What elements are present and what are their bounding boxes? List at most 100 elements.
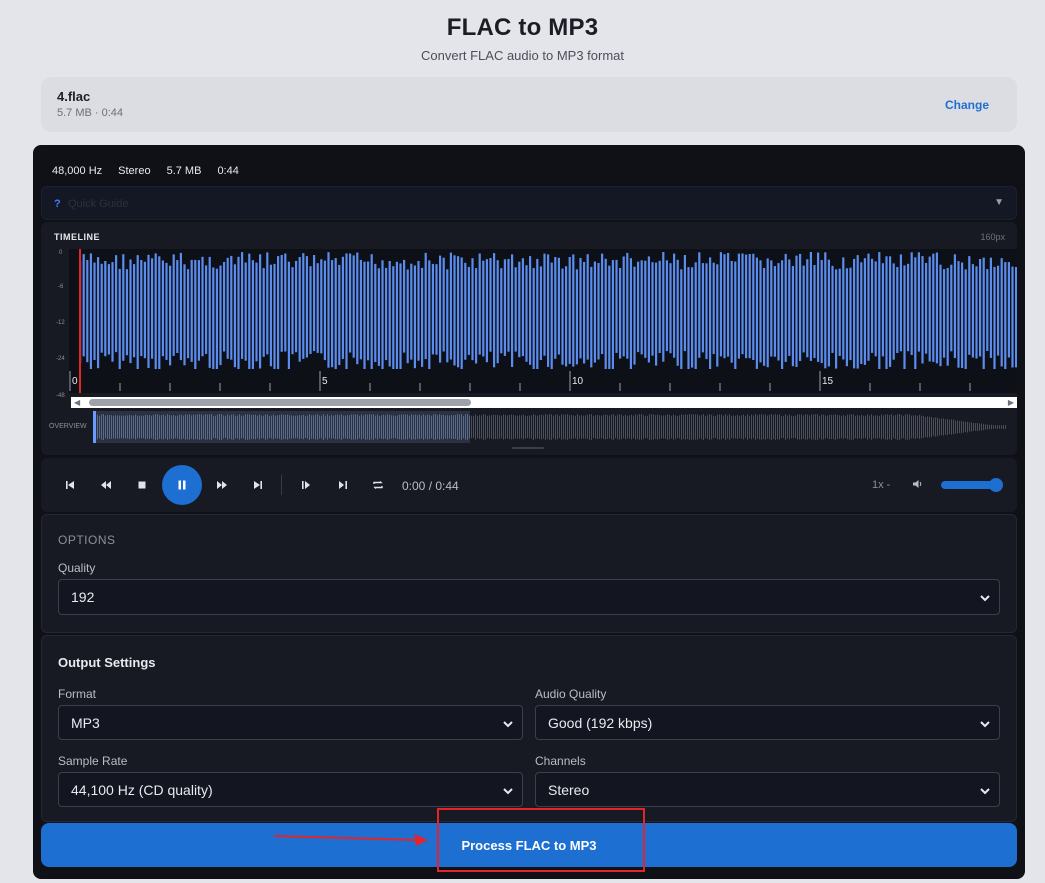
- options-title: OPTIONS: [58, 533, 116, 547]
- waveform-bar: [392, 266, 395, 369]
- play-to-end-button[interactable]: [333, 476, 353, 494]
- waveform-bar: [417, 261, 420, 361]
- waveform-bar: [273, 263, 276, 369]
- waveform-bar: [255, 262, 258, 362]
- overview-bar: [829, 414, 830, 440]
- annotation-arrow-icon: [273, 834, 428, 846]
- overview-bar: [711, 414, 712, 440]
- overview-bar: [971, 422, 972, 432]
- overview-bar: [215, 415, 216, 439]
- waveform-bar: [809, 252, 812, 361]
- overview-bar: [429, 414, 430, 440]
- format-select[interactable]: MP3: [58, 705, 523, 740]
- overview-bar: [931, 416, 932, 438]
- timeline-scrollbar[interactable]: ◀ ▶: [71, 397, 1017, 408]
- scroll-right-icon[interactable]: ▶: [1008, 398, 1014, 407]
- waveform-bar: [536, 258, 539, 369]
- overview-bar: [521, 415, 522, 439]
- waveform-bar: [133, 264, 136, 358]
- chevron-down-icon: [979, 717, 991, 729]
- overview-bar: [221, 414, 222, 440]
- rewind-button[interactable]: [96, 476, 116, 494]
- overview-bar: [619, 414, 620, 440]
- overview-bar: [373, 414, 374, 440]
- overview-bar: [361, 414, 362, 440]
- waveform-bar: [896, 267, 899, 353]
- waveform-bar: [226, 257, 229, 359]
- overview-bar: [851, 414, 852, 440]
- overview-bar: [243, 415, 244, 439]
- waveform-bar: [179, 252, 182, 361]
- overview-bar: [995, 425, 996, 429]
- overview-bar: [365, 414, 366, 440]
- overview-bar: [461, 414, 462, 440]
- play-selection-button[interactable]: [296, 476, 316, 494]
- waveform-bar: [251, 260, 254, 369]
- overview-bar: [351, 414, 352, 440]
- overview-bar: [639, 414, 640, 440]
- volume-slider-handle[interactable]: [989, 478, 1003, 492]
- waveform-bar: [485, 259, 488, 363]
- audio-quality-select[interactable]: Good (192 kbps): [535, 705, 1000, 740]
- waveform-bar: [997, 265, 1000, 356]
- waveform-bar: [885, 256, 888, 369]
- overview-bar: [669, 414, 670, 440]
- waveform-bar: [399, 263, 402, 369]
- overview-bar: [439, 414, 440, 440]
- loop-button[interactable]: [368, 476, 388, 494]
- overview-bar: [477, 415, 478, 439]
- time-ruler[interactable]: 0 5 10 15: [69, 369, 1017, 393]
- overview-bar: [519, 415, 520, 439]
- help-icon: ?: [54, 198, 61, 210]
- volume-icon[interactable]: [912, 477, 928, 493]
- pause-button[interactable]: [162, 465, 202, 505]
- overview-bar: [337, 414, 338, 440]
- quick-guide-toggle[interactable]: ? Quick Guide ▼: [41, 186, 1017, 220]
- overview-bar: [345, 415, 346, 439]
- overview-bar: [947, 418, 948, 436]
- scrollbar-thumb[interactable]: [89, 399, 471, 406]
- overview-bar: [313, 415, 314, 439]
- overview-bar: [349, 415, 350, 439]
- overview-bar: [681, 414, 682, 440]
- overview-bar: [311, 415, 312, 439]
- overview-bar: [685, 414, 686, 440]
- overview-bar: [301, 415, 302, 439]
- overview-bar: [893, 415, 894, 439]
- overview-bar: [541, 414, 542, 440]
- db-tick: 0: [59, 250, 63, 256]
- waveform-bar: [777, 263, 780, 361]
- waveform-bar: [611, 260, 614, 369]
- stop-button[interactable]: [132, 476, 152, 494]
- fast-forward-button[interactable]: [212, 476, 232, 494]
- waveform-bar: [791, 266, 794, 367]
- overview-bar: [663, 415, 664, 439]
- skip-to-end-button[interactable]: [248, 476, 268, 494]
- waveform-bar: [842, 257, 845, 360]
- change-file-button[interactable]: Change: [945, 98, 989, 112]
- overview-bar: [783, 415, 784, 439]
- fast-forward-icon: [217, 481, 227, 489]
- overview-bar: [867, 414, 868, 440]
- waveform-bar: [806, 259, 809, 358]
- waveform-bar: [622, 256, 625, 357]
- waveform-bar: [122, 254, 125, 361]
- overview-bar: [571, 414, 572, 439]
- overview-bar: [559, 415, 560, 439]
- waveform[interactable]: [69, 249, 1017, 369]
- waveform-bar: [1015, 267, 1017, 368]
- quality-select[interactable]: 192: [58, 579, 1000, 615]
- resize-handle[interactable]: [512, 447, 544, 449]
- skip-to-start-button[interactable]: [60, 476, 80, 494]
- ruler-label: 5: [322, 376, 328, 387]
- overview-bar: [583, 415, 584, 439]
- overview-bar: [253, 414, 254, 440]
- overview-bar: [99, 415, 100, 439]
- channels-select[interactable]: Stereo: [535, 772, 1000, 807]
- scroll-left-icon[interactable]: ◀: [74, 398, 80, 407]
- playback-speed[interactable]: 1x -: [872, 479, 890, 491]
- sample-rate-select[interactable]: 44,100 Hz (CD quality): [58, 772, 523, 807]
- waveform-bar: [467, 266, 470, 355]
- overview-waveform[interactable]: [93, 411, 1007, 443]
- waveform-bar: [352, 255, 355, 358]
